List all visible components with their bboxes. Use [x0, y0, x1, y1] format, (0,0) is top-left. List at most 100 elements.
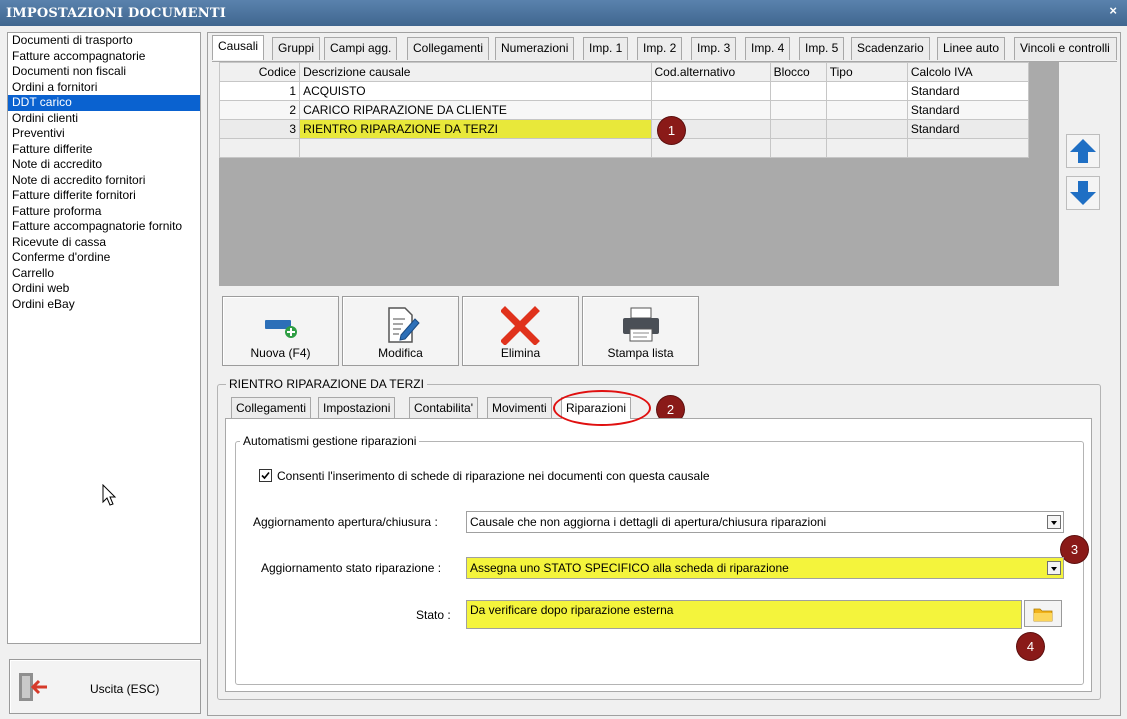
- automation-group-title: Automatismi gestione riparazioni: [240, 434, 420, 448]
- chevron-down-icon[interactable]: [1047, 515, 1061, 529]
- stato-field[interactable]: Da verificare dopo riparazione esterna: [466, 600, 1022, 629]
- print-button-label: Stampa lista: [607, 346, 674, 360]
- enable-repair-sheets-checkbox[interactable]: [259, 469, 272, 482]
- grid-header-row: Codice Descrizione causale Cod.alternati…: [218, 62, 1030, 82]
- doc-item[interactable]: Note di accredito: [8, 157, 200, 173]
- doc-item[interactable]: Fatture accompagnatorie fornito: [8, 219, 200, 235]
- table-row-selected[interactable]: 3 RIENTRO RIPARAZIONE DA TERZI Standard: [218, 119, 1030, 139]
- col-header-descrizione[interactable]: Descrizione causale: [299, 62, 652, 82]
- edit-document-icon: [387, 307, 420, 343]
- doc-item[interactable]: Fatture differite fornitori: [8, 188, 200, 204]
- subtab-contabilita[interactable]: Contabilita': [409, 397, 478, 419]
- delete-x-icon: [500, 306, 540, 345]
- tab-linee-auto[interactable]: Linee auto: [937, 37, 1006, 60]
- printer-icon: [622, 307, 659, 342]
- apertura-label: Aggiornamento apertura/chiusura :: [253, 515, 438, 529]
- doc-item[interactable]: Carrello: [8, 266, 200, 282]
- doc-item[interactable]: Ordini eBay: [8, 297, 200, 313]
- arrow-up-icon: [1070, 139, 1096, 163]
- annotation-ring: [553, 390, 651, 426]
- causali-grid[interactable]: Codice Descrizione causale Cod.alternati…: [218, 62, 1059, 286]
- table-row[interactable]: 2 CARICO RIPARAZIONE DA CLIENTE Standard: [218, 100, 1030, 120]
- new-button-label: Nuova (F4): [250, 346, 311, 360]
- cell-blocco: [769, 119, 827, 139]
- folder-icon: [1033, 608, 1053, 621]
- cell-codice: 1: [218, 81, 301, 101]
- delete-button[interactable]: Elimina: [462, 296, 579, 366]
- exit-door-icon: [19, 673, 47, 701]
- doc-item[interactable]: Note di accredito fornitori: [8, 173, 200, 189]
- stato-field-value: Da verificare dopo riparazione esterna: [470, 603, 674, 617]
- cell-tipo: [825, 100, 908, 120]
- new-button[interactable]: Nuova (F4): [222, 296, 339, 366]
- cell-calcolo-iva: Standard: [906, 119, 1030, 139]
- apertura-select[interactable]: Causale che non aggiorna i dettagli di a…: [466, 511, 1064, 533]
- doc-item[interactable]: Ordini web: [8, 281, 200, 297]
- tab-imp-1[interactable]: Imp. 1: [583, 37, 629, 60]
- cell-tipo: [825, 119, 908, 139]
- tab-causali[interactable]: Causali: [212, 35, 265, 60]
- doc-item[interactable]: Ricevute di cassa: [8, 235, 200, 251]
- exit-button-label: Uscita (ESC): [90, 682, 160, 696]
- mouse-cursor-icon: [102, 484, 117, 506]
- window-title: IMPOSTAZIONI DOCUMENTI: [6, 6, 227, 21]
- col-header-blocco[interactable]: Blocco: [769, 62, 827, 82]
- doc-item[interactable]: Fatture differite: [8, 142, 200, 158]
- doc-item[interactable]: Documenti di trasporto: [8, 33, 200, 49]
- doc-item[interactable]: Fatture accompagnatorie: [8, 49, 200, 65]
- cell-calcolo-iva: [906, 138, 1030, 158]
- doc-item[interactable]: Preventivi: [8, 126, 200, 142]
- table-row[interactable]: 1 ACQUISTO Standard: [218, 81, 1030, 101]
- cell-descrizione: ACQUISTO: [299, 81, 652, 101]
- tab-numerazioni[interactable]: Numerazioni: [495, 37, 575, 60]
- chevron-down-icon[interactable]: [1047, 561, 1061, 575]
- move-down-button[interactable]: [1066, 176, 1100, 210]
- print-button[interactable]: Stampa lista: [582, 296, 699, 366]
- table-row-new[interactable]: [218, 138, 1030, 158]
- subtab-impostazioni[interactable]: Impostazioni: [318, 397, 396, 419]
- stato-browse-button[interactable]: [1024, 600, 1062, 627]
- detail-group-title: RIENTRO RIPARAZIONE DA TERZI: [226, 377, 427, 391]
- edit-button[interactable]: Modifica: [342, 296, 459, 366]
- col-header-calcolo-iva[interactable]: Calcolo IVA: [906, 62, 1030, 82]
- stato-riparazione-select[interactable]: Assegna uno STATO SPECIFICO alla scheda …: [466, 557, 1064, 579]
- tab-imp-2[interactable]: Imp. 2: [637, 37, 683, 60]
- close-icon[interactable]: ×: [1109, 3, 1117, 18]
- subtab-collegamenti[interactable]: Collegamenti: [231, 397, 312, 419]
- tab-imp-4[interactable]: Imp. 4: [745, 37, 791, 60]
- annotation-badge-1: 1: [658, 117, 685, 144]
- cell-tipo: [825, 138, 908, 158]
- doc-item[interactable]: Documenti non fiscali: [8, 64, 200, 80]
- cell-blocco: [769, 100, 827, 120]
- doc-item[interactable]: Fatture proforma: [8, 204, 200, 220]
- cell-blocco: [769, 138, 827, 158]
- stato-riparazione-label: Aggiornamento stato riparazione :: [261, 561, 442, 575]
- tab-imp-3[interactable]: Imp. 3: [691, 37, 737, 60]
- tab-collegamenti[interactable]: Collegamenti: [407, 37, 490, 60]
- tab-imp-5[interactable]: Imp. 5: [799, 37, 845, 60]
- col-header-tipo[interactable]: Tipo: [825, 62, 908, 82]
- cell-codice: 2: [218, 100, 301, 120]
- col-header-cod-alternativo[interactable]: Cod.alternativo: [650, 62, 771, 82]
- subtab-movimenti[interactable]: Movimenti: [487, 397, 552, 419]
- arrow-down-icon: [1070, 181, 1096, 205]
- cell-descrizione: RIENTRO RIPARAZIONE DA TERZI: [299, 119, 652, 139]
- document-type-list[interactable]: Documenti di trasporto Fatture accompagn…: [7, 32, 201, 644]
- col-header-codice[interactable]: Codice: [218, 62, 301, 82]
- doc-item-selected[interactable]: DDT carico: [8, 95, 200, 111]
- cell-calcolo-iva: Standard: [906, 81, 1030, 101]
- tab-vincoli-controlli[interactable]: Vincoli e controlli: [1014, 37, 1117, 60]
- move-up-button[interactable]: [1066, 134, 1100, 168]
- checkmark-icon: [261, 471, 270, 480]
- doc-item[interactable]: Conferme d'ordine: [8, 250, 200, 266]
- doc-item[interactable]: Ordini a fornitori: [8, 80, 200, 96]
- tab-gruppi[interactable]: Gruppi: [272, 37, 321, 60]
- delete-button-label: Elimina: [500, 346, 541, 360]
- annotation-badge-4: 4: [1017, 633, 1044, 660]
- tab-campi-agg[interactable]: Campi agg.: [324, 37, 398, 60]
- doc-item[interactable]: Ordini clienti: [8, 111, 200, 127]
- exit-button[interactable]: Uscita (ESC): [9, 659, 201, 714]
- add-record-icon: [264, 320, 297, 338]
- stato-label: Stato :: [416, 608, 451, 622]
- tab-scadenzario[interactable]: Scadenzario: [851, 37, 930, 60]
